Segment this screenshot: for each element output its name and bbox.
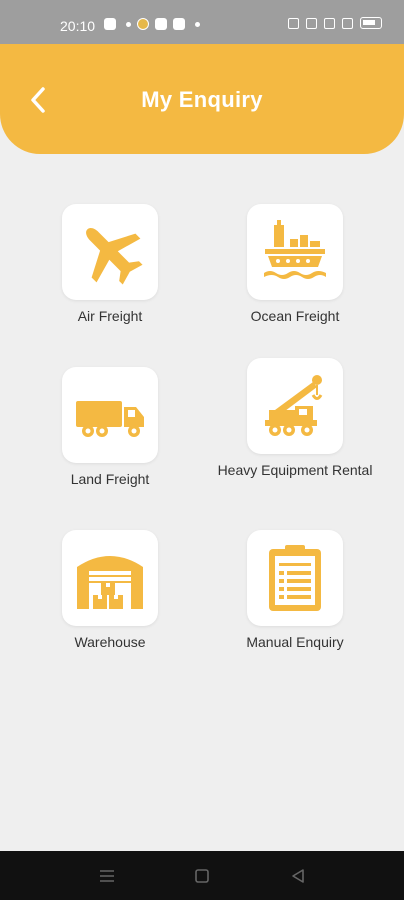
- page-title: My Enquiry: [141, 87, 263, 112]
- tile-card[interactable]: [247, 530, 343, 626]
- tile-card[interactable]: [247, 358, 343, 454]
- warehouse-icon: [77, 556, 143, 609]
- notification-icons: [104, 18, 200, 30]
- tile-warehouse[interactable]: Warehouse: [20, 530, 200, 651]
- tile-label: Land Freight: [70, 471, 150, 487]
- bluetooth-icon: [306, 17, 317, 29]
- status-bar: 20:10: [0, 0, 404, 44]
- tile-label: Ocean Freight: [250, 308, 340, 324]
- system-icons: [288, 17, 382, 29]
- tile-label: Heavy Equipment Rental: [217, 462, 373, 478]
- tile-manual-enquiry[interactable]: Manual Enquiry: [205, 530, 385, 651]
- cargo-ship-icon: [264, 220, 326, 279]
- truck-icon: [76, 401, 144, 437]
- status-time: 20:10: [60, 18, 96, 34]
- dot-icon: [126, 21, 131, 27]
- tile-label: Air Freight: [77, 308, 143, 324]
- tile-card[interactable]: [247, 204, 343, 300]
- app-notification-icon: [155, 18, 167, 30]
- home-icon[interactable]: [192, 866, 212, 886]
- tile-card[interactable]: [62, 204, 158, 300]
- clipboard-icon: [269, 545, 321, 611]
- tile-card[interactable]: [62, 367, 158, 463]
- wifi-icon: [324, 17, 335, 29]
- app-notification-icon: [137, 18, 149, 30]
- photo-notification-icon: [173, 18, 185, 30]
- tile-card[interactable]: [62, 530, 158, 626]
- tile-air-freight[interactable]: Air Freight: [20, 204, 200, 325]
- battery-icon: [360, 17, 382, 29]
- more-dot-icon: [195, 21, 200, 27]
- sim-icon: [342, 17, 353, 29]
- crane-truck-icon: [265, 375, 323, 436]
- tile-heavy-equipment-rental[interactable]: Heavy Equipment Rental: [205, 358, 385, 479]
- back-triangle-icon[interactable]: [288, 866, 308, 886]
- tile-land-freight[interactable]: Land Freight: [20, 367, 200, 488]
- menu-icon[interactable]: [97, 866, 117, 886]
- airplane-icon: [86, 228, 143, 285]
- tile-label: Warehouse: [74, 634, 146, 650]
- app-notification-icon: [104, 18, 116, 30]
- app-header: My Enquiry: [0, 44, 404, 154]
- tile-label: Manual Enquiry: [246, 634, 344, 650]
- alarm-icon: [288, 17, 299, 29]
- system-nav-bar: [0, 851, 404, 900]
- tile-ocean-freight[interactable]: Ocean Freight: [205, 204, 385, 325]
